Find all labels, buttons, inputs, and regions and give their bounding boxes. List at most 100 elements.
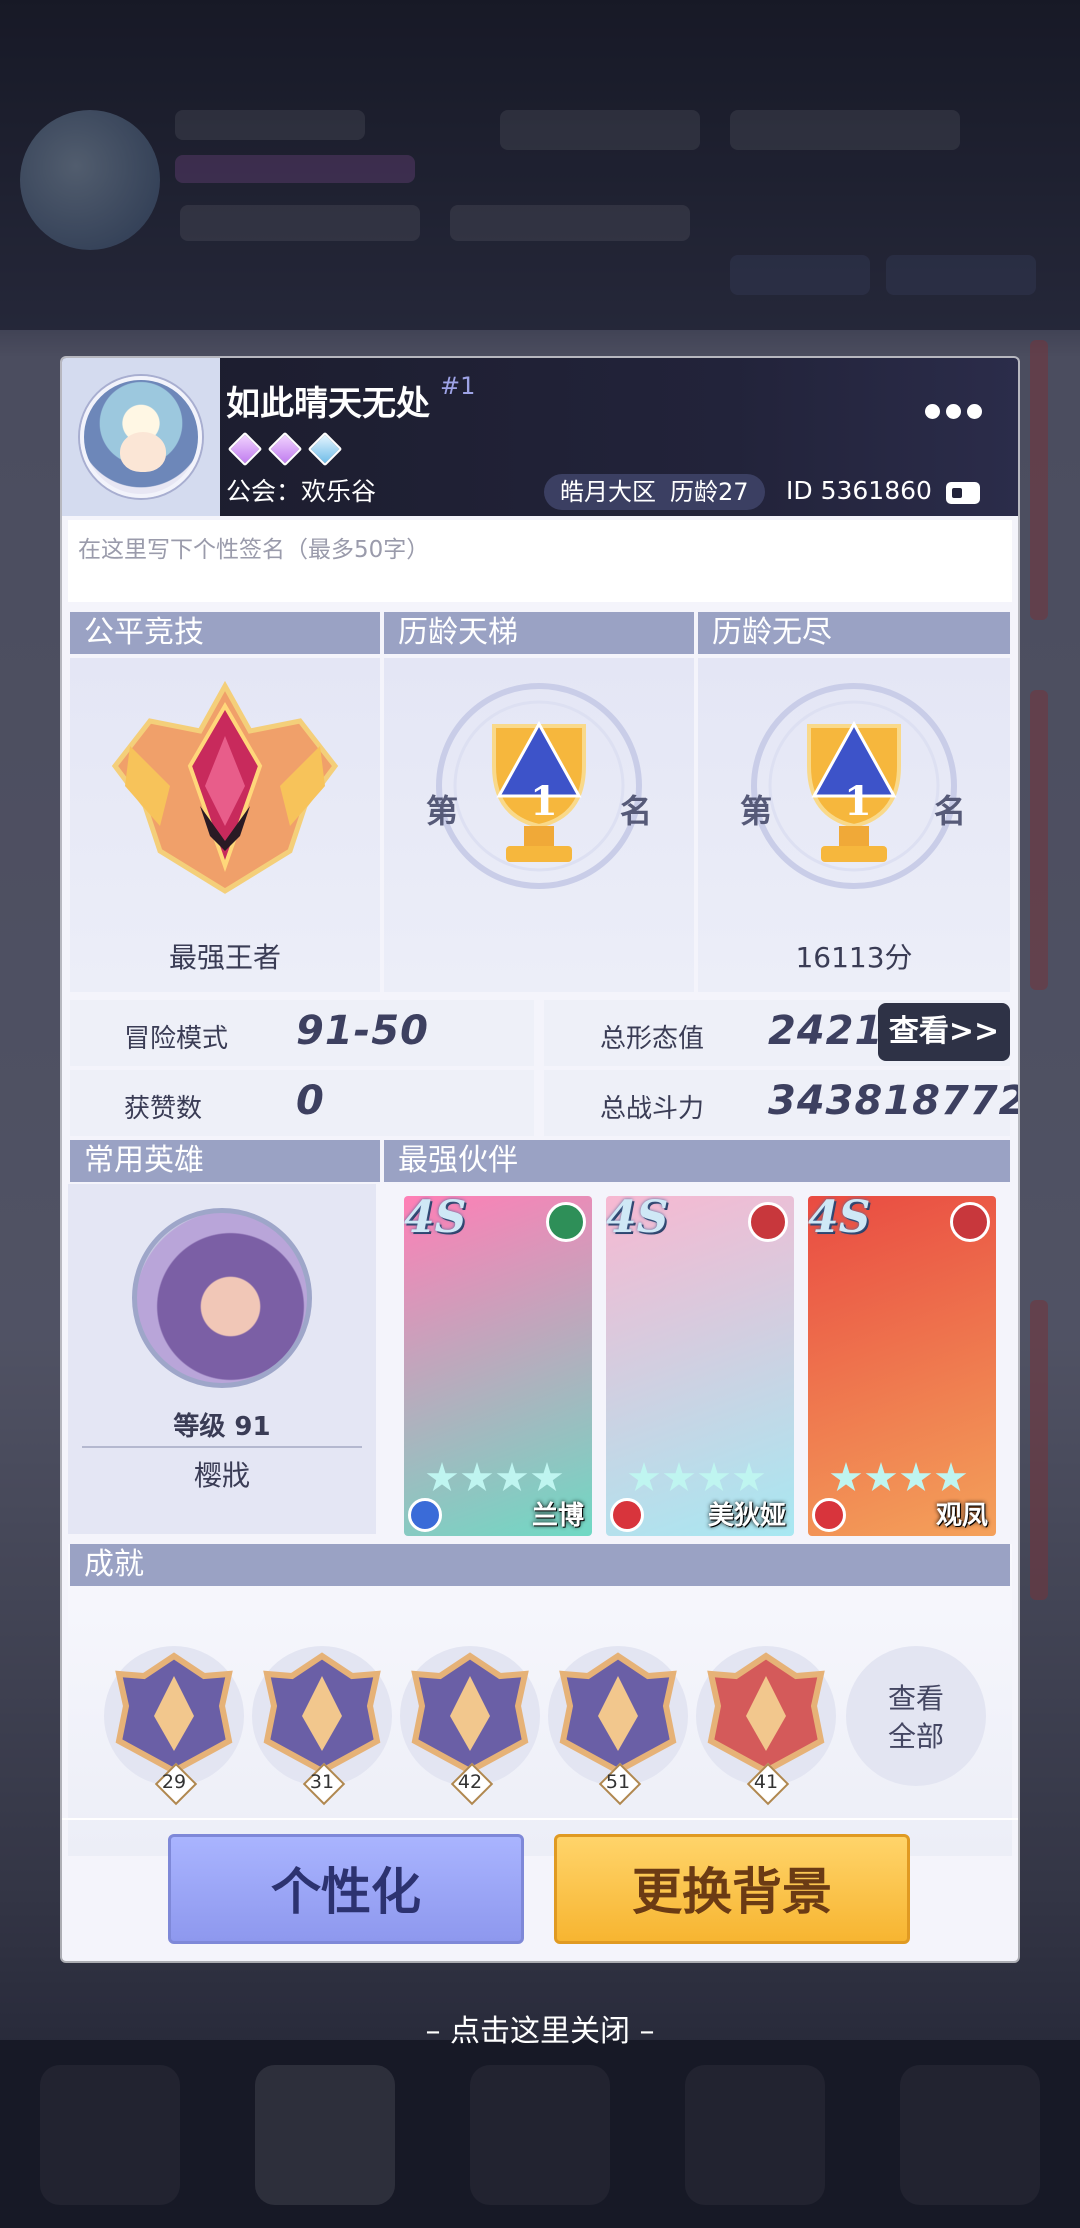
rank-number: #1 (440, 372, 476, 400)
see-all-achievements-button[interactable]: 查看 全部 (846, 1646, 986, 1786)
achievement-badge[interactable]: 51 (548, 1646, 688, 1793)
signature-input[interactable]: 在这里写下个性签名（最多50字） (68, 520, 1012, 602)
account-age: 历龄27 (670, 478, 749, 506)
see-all-line: 查看 (887, 1682, 944, 1715)
favorite-hero-panel[interactable]: 等级 91 樱戕 (68, 1184, 376, 1534)
star-icon (935, 1462, 967, 1492)
stat-value: 0 (296, 1078, 325, 1124)
endless-rank-number: 1 (844, 778, 872, 825)
rank-suffix: 名 (934, 792, 967, 830)
class-icon (408, 1498, 442, 1532)
star-icon (900, 1462, 932, 1492)
faction-icon (546, 1202, 586, 1242)
star-icon (865, 1462, 897, 1492)
section-title-heroes: 常用英雄 (70, 1140, 380, 1182)
vip-gems (227, 431, 343, 467)
stat-value: 91-50 (296, 1008, 429, 1054)
partner-tier: 4S (606, 1196, 669, 1243)
badge-level-text: 41 (753, 1771, 779, 1793)
faction-icon (748, 1202, 788, 1242)
stat-label: 冒险模式 (124, 1024, 229, 1054)
hero-name: 樱戕 (193, 1459, 250, 1492)
achievement-badge[interactable]: 42 (400, 1646, 540, 1793)
star-icon (733, 1462, 765, 1492)
fair-rank-label: 最强王者 (168, 941, 281, 974)
player-name: 如此晴天无处 (226, 384, 430, 424)
star-icon (461, 1462, 493, 1492)
stat-row-adventure: 冒险模式 91-50 (70, 1000, 534, 1066)
ladder-rank-number: 1 (530, 778, 558, 825)
star-icon (663, 1462, 695, 1492)
class-icon (812, 1498, 846, 1532)
rank-prefix: 第 (740, 792, 773, 830)
partner-stars (426, 1462, 563, 1494)
achievement-badge[interactable]: 41 (696, 1646, 836, 1793)
guild-label: 公会：欢乐谷 (226, 477, 377, 506)
badge-level-text: 29 (161, 1771, 187, 1793)
stat-row-likes: 获赞数 0 (70, 1070, 534, 1136)
partner-name: 观凤 (935, 1501, 988, 1531)
partner-card[interactable]: 4S 兰博 (404, 1196, 592, 1536)
star-icon (531, 1462, 563, 1492)
stat-row-power: 总战斗力 3438187721 (544, 1070, 1018, 1136)
rank-panel-ladder[interactable]: 第 1 名 (384, 658, 694, 992)
player-id: ID 5361860 (786, 476, 932, 505)
change-background-button[interactable]: 更换背景 (554, 1834, 910, 1944)
section-title-achievements: 成就 (70, 1544, 1010, 1586)
divider (62, 1818, 1018, 1820)
section-title-partners: 最强伙伴 (384, 1140, 1010, 1182)
faction-icon (950, 1202, 990, 1242)
more-options-button[interactable] (925, 404, 982, 419)
king-rank-emblem (111, 680, 339, 894)
achievement-badge[interactable]: 29 (104, 1646, 244, 1793)
gem-icon (227, 431, 263, 467)
section-title-fair: 公平竞技 (70, 612, 380, 654)
personalize-button[interactable]: 个性化 (168, 1834, 524, 1944)
badge-level: 51 (600, 1764, 636, 1800)
partner-tier: 4S (404, 1196, 467, 1243)
server-badge: 皓月大区 历龄27 (544, 474, 765, 510)
rank-suffix: 名 (620, 792, 653, 830)
view-details-button[interactable]: 查看>> (878, 1003, 1010, 1061)
badge-level: 41 (748, 1764, 784, 1800)
copy-id-icon[interactable] (946, 482, 980, 504)
star-icon (628, 1462, 660, 1492)
partner-tier: 4S (808, 1196, 871, 1243)
partner-stars (628, 1462, 765, 1494)
partner-stars (830, 1462, 967, 1494)
endless-score: 16113分 (795, 941, 913, 974)
star-icon (698, 1462, 730, 1492)
stat-value: 3438187721 (768, 1078, 1018, 1124)
badge-level-text: 31 (309, 1771, 335, 1793)
stat-label: 获赞数 (124, 1094, 203, 1124)
hero-level: 等级 91 (173, 1412, 271, 1442)
avatar (80, 376, 202, 498)
achievement-badge[interactable]: 31 (252, 1646, 392, 1793)
badge-level: 42 (452, 1764, 488, 1800)
close-hint[interactable]: – 点击这里关闭 – (0, 2006, 1080, 2050)
badge-level-text: 42 (457, 1771, 483, 1793)
stat-label: 总形态值 (600, 1024, 705, 1054)
partner-name: 美狄娅 (707, 1501, 786, 1531)
see-all-line: 全部 (887, 1720, 944, 1753)
partner-name: 兰博 (531, 1501, 584, 1531)
profile-header: 如此晴天无处 #1 公会：欢乐谷 皓月大区 历龄27 ID 5361860 (62, 358, 1018, 516)
gem-icon (267, 431, 303, 467)
server-name: 皓月大区 (560, 478, 656, 506)
partner-card[interactable]: 4S 观凤 (808, 1196, 996, 1536)
avatar-frame[interactable] (62, 358, 220, 516)
badge-level: 29 (156, 1764, 192, 1800)
hero-avatar (132, 1208, 312, 1388)
profile-dialog: 如此晴天无处 #1 公会：欢乐谷 皓月大区 历龄27 ID 5361860 在这… (62, 358, 1018, 1961)
rank-panel-fair[interactable]: 最强王者 (70, 658, 380, 992)
section-title-endless: 历龄无尽 (698, 612, 1010, 654)
star-icon (830, 1462, 862, 1492)
badge-level: 31 (304, 1764, 340, 1800)
section-title-ladder: 历龄天梯 (384, 612, 694, 654)
divider (82, 1446, 362, 1448)
rank-prefix: 第 (426, 792, 459, 830)
rank-panel-endless[interactable]: 第 1 名 16113分 (698, 658, 1010, 992)
star-icon (496, 1462, 528, 1492)
gem-icon (307, 431, 343, 467)
partner-card[interactable]: 4S 美狄娅 (606, 1196, 794, 1536)
